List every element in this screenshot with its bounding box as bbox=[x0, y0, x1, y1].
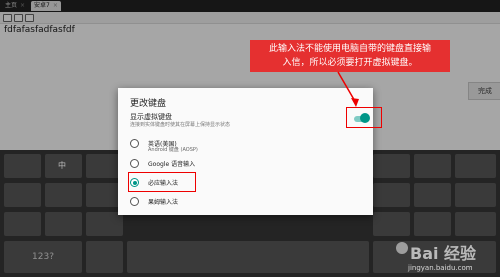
baidu-paw-logo bbox=[396, 242, 408, 254]
watermark-url: jingyan.baidu.com bbox=[408, 264, 473, 272]
annotation-arrow bbox=[337, 71, 359, 107]
watermark-logo: Bai 经验 bbox=[410, 244, 477, 263]
